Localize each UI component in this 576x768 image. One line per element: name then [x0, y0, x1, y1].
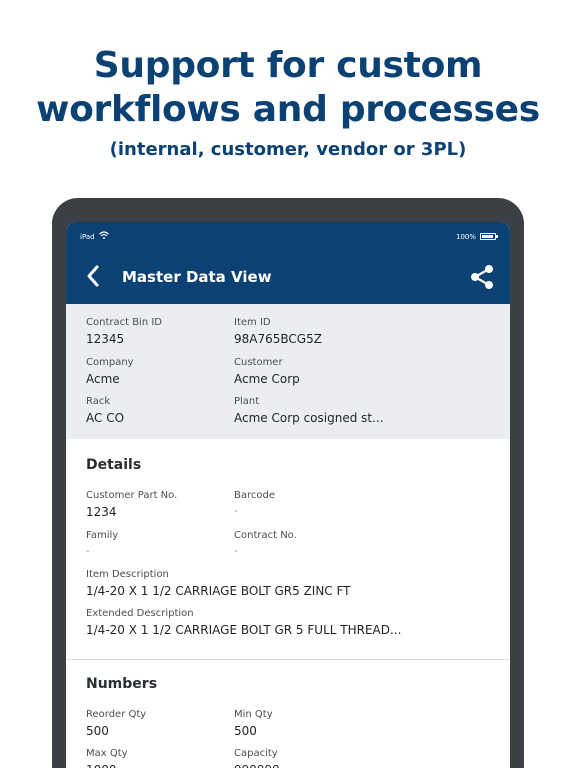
field-label: Reorder Qty	[86, 709, 147, 720]
field-label: Capacity	[234, 748, 278, 759]
details-heading: Details	[86, 457, 142, 473]
numbers-heading: Numbers	[86, 676, 158, 692]
field-label: Customer	[234, 357, 283, 368]
status-bar: iPad 100%	[66, 222, 510, 250]
field-label: Item Description	[86, 569, 169, 580]
field-value: Acme Corp	[234, 372, 300, 386]
field-value: Acme Corp cosigned st...	[234, 411, 384, 425]
field-label: Contract Bin ID	[86, 317, 163, 328]
customer-part-no-field: Customer Part No. 1234	[86, 489, 177, 520]
field-value: 1/4-20 X 1 1/2 CARRIAGE BOLT GR 5 FULL T…	[86, 623, 402, 637]
marketing-headline: Support for custom workflows and process…	[0, 44, 576, 132]
field-label: Company	[86, 357, 134, 368]
contract-bin-id-field: Contract Bin ID 12345	[86, 316, 162, 347]
rack-field: Rack AC CO	[86, 395, 124, 426]
field-value: 98A765BCG5Z	[234, 332, 322, 346]
details-section: Details Customer Part No. 1234 Barcode -…	[66, 439, 510, 660]
extended-description-field: Extended Description 1/4-20 X 1 1/2 CARR…	[86, 607, 401, 638]
page-title: Master Data View	[122, 268, 272, 286]
company-field: Company Acme	[86, 356, 134, 387]
share-icon[interactable]	[470, 264, 494, 290]
plant-field: Plant Acme Corp cosigned st...	[234, 395, 384, 426]
field-value: AC CO	[86, 411, 125, 425]
device-name: iPad	[80, 233, 95, 241]
field-label: Customer Part No.	[86, 490, 178, 501]
field-label: Min Qty	[234, 709, 273, 720]
field-value: 500	[86, 724, 109, 738]
wifi-icon	[99, 231, 109, 239]
field-label: Family	[86, 530, 119, 541]
barcode-field: Barcode -	[234, 489, 275, 520]
field-value: 12345	[86, 332, 125, 346]
field-value: 999999	[234, 762, 280, 768]
field-label: Rack	[86, 396, 111, 407]
marketing-subtitle: (internal, customer, vendor or 3PL)	[109, 139, 467, 160]
field-value: 1234	[86, 505, 117, 519]
field-label: Barcode	[234, 490, 275, 501]
field-label: Plant	[234, 396, 260, 407]
contract-no-field: Contract No. -	[234, 529, 297, 560]
battery-icon	[480, 233, 498, 240]
headline-line-2: workflows and processes	[36, 89, 540, 130]
headline-line-1: Support for custom	[93, 45, 483, 86]
field-value: 500	[234, 724, 257, 738]
item-id-field: Item ID 98A765BCG5Z	[234, 316, 322, 347]
item-description-field: Item Description 1/4-20 X 1 1/2 CARRIAGE…	[86, 568, 351, 599]
field-value: -	[234, 546, 238, 557]
family-field: Family -	[86, 529, 118, 560]
field-value: Acme	[86, 372, 120, 386]
field-value: -	[86, 546, 90, 557]
app-screen: iPad 100% Master Data View Contract Bin …	[66, 222, 510, 768]
field-label: Extended Description	[86, 608, 194, 619]
field-label: Contract No.	[234, 530, 297, 541]
min-qty-field: Min Qty 500	[234, 708, 273, 739]
numbers-section: Numbers Reorder Qty 500 Min Qty 500 Max …	[66, 660, 510, 768]
reorder-qty-field: Reorder Qty 500	[86, 708, 146, 739]
field-label: Item ID	[234, 317, 271, 328]
field-value: 1/4-20 X 1 1/2 CARRIAGE BOLT GR5 ZINC FT	[86, 584, 351, 598]
max-qty-field: Max Qty 1000	[86, 747, 128, 768]
field-value: -	[234, 506, 238, 517]
field-label: Max Qty	[86, 748, 128, 759]
capacity-field: Capacity 999999	[234, 747, 280, 768]
nav-bar: Master Data View	[66, 250, 510, 304]
customer-field: Customer Acme Corp	[234, 356, 300, 387]
battery-percent: 100%	[455, 233, 476, 241]
summary-section: Contract Bin ID 12345 Item ID 98A765BCG5…	[66, 304, 510, 439]
back-arrow-icon[interactable]	[84, 264, 102, 288]
field-value: 1000	[86, 762, 128, 768]
